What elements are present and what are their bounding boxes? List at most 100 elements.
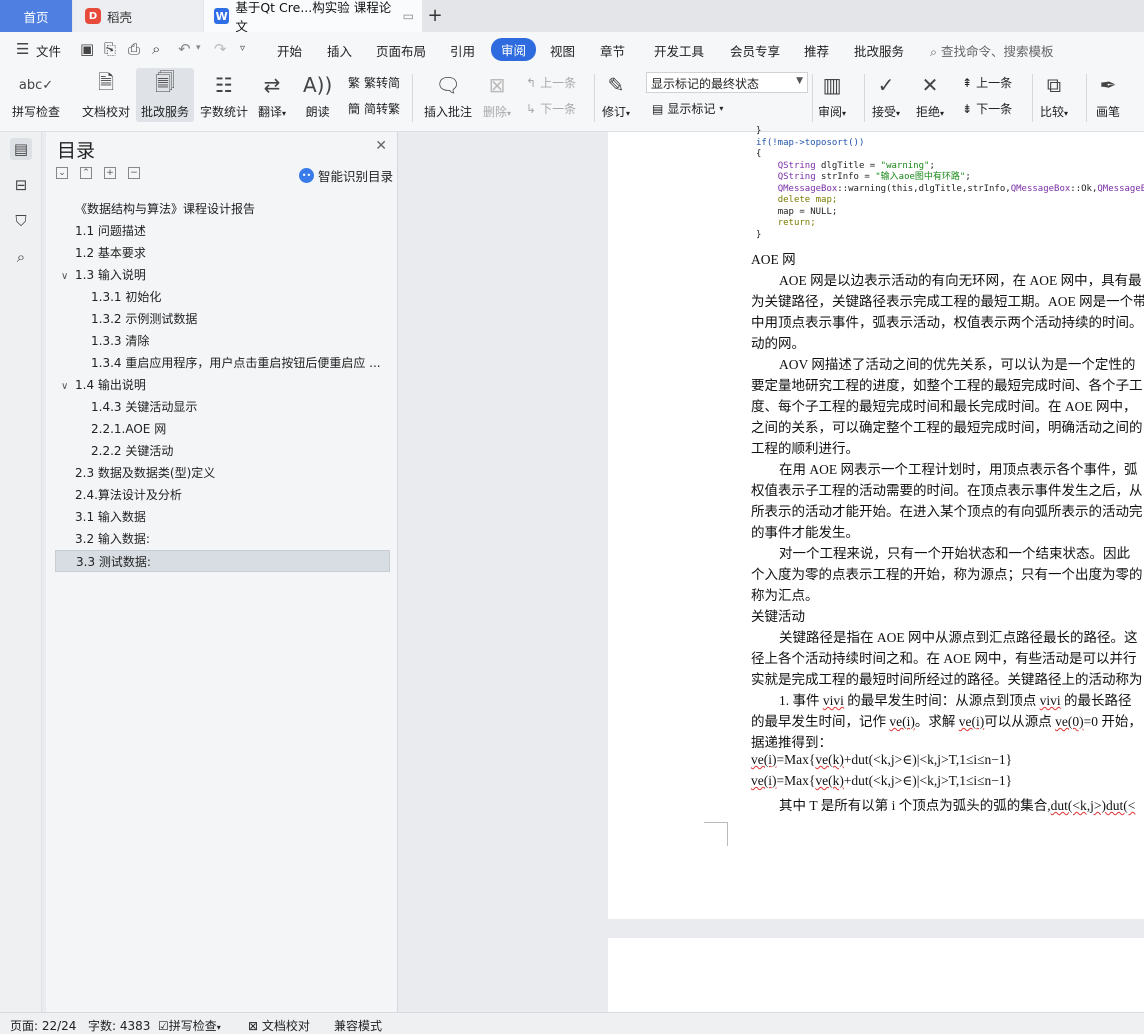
hamburger-menu-icon[interactable]: ☰ [16,40,29,58]
markup-state-select[interactable]: 显示标记的最终状态 ▼ [646,72,808,93]
accept-icon: ✓ [877,73,895,97]
save-icon[interactable]: ▣ [80,40,94,58]
menu-start[interactable]: 开始 [277,41,302,60]
toc-item[interactable]: 1.3.1 初始化 [55,286,390,308]
formula-line: ve(i)=Max{ve(k)+dut(<k,j>∈)|<k,j>T,1≤i≤n… [751,773,1013,788]
delete-comment-button[interactable]: ⊠ 删除▾ [483,70,511,120]
word-count-icon: ☷ [215,73,233,97]
redo-icon[interactable]: ↷ [214,40,227,58]
toc-item[interactable]: 3.2 输入数据: [55,528,390,550]
correction-service-button[interactable]: 🗐 批改服务 [136,68,194,122]
print-icon[interactable]: ⎙ [128,40,140,58]
reject-button[interactable]: ✕ 拒绝▾ [916,70,944,120]
prev-comment-button[interactable]: ↰ 上一条 [526,74,576,91]
toc-item[interactable]: 2.4.算法设计及分析 [55,484,390,506]
toc-item[interactable]: ∨ 1.4 输出说明 [55,374,390,396]
toc-item[interactable]: 1.1 问题描述 [55,220,390,242]
close-icon[interactable]: ✕ [375,138,387,154]
menu-page-layout[interactable]: 页面布局 [376,41,426,60]
next-comment-button[interactable]: ↳ 下一条 [526,100,576,117]
menu-view[interactable]: 视图 [550,41,575,60]
menu-reference[interactable]: 引用 [450,41,475,60]
revise-button[interactable]: ✎ 修订▾ [602,70,630,120]
toc-item[interactable]: 2.2.2 关键活动 [55,440,390,462]
pen-icon: ✒ [1099,73,1117,97]
compare-icon: ⧉ [1046,73,1062,97]
toc-item[interactable]: 1.3.3 清除 [55,330,390,352]
word-count-button[interactable]: ☷ 字数统计 [200,70,248,120]
word-count-indicator[interactable]: 字数: 4383 [88,1017,150,1034]
next-change-button[interactable]: ⇟ 下一条 [962,100,1012,117]
to-simplified-button[interactable]: 繁繁转简 [348,74,400,91]
tab-home[interactable]: 首页 [0,0,72,32]
menu-insert[interactable]: 插入 [327,41,352,60]
toc-item[interactable]: 1.2 基本要求 [55,242,390,264]
command-search[interactable]: ⌕ 查找命令、搜索模板 [930,41,1054,60]
menu-file[interactable]: 文件 [36,41,61,60]
navigation-pane-icon[interactable]: ⊟ [10,174,32,196]
toc-item[interactable]: ∨ 1.3 输入说明 [55,264,390,286]
status-spellcheck-button[interactable]: ☑拼写检查▾ [158,1017,221,1034]
menu-correction-service[interactable]: 批改服务 [854,41,904,60]
toc-item[interactable]: 2.3 数据及数据类(型)定义 [55,462,390,484]
toc-item-label: 1.4 输出说明 [75,378,146,392]
document-next-page[interactable] [608,938,1144,1014]
next-change-label: 下一条 [976,102,1013,116]
chevron-down-icon[interactable]: ∨ [61,376,75,396]
toc-item[interactable]: 2.2.1.AOE 网 [55,418,390,440]
new-tab-plus-icon[interactable]: + [424,4,446,26]
pen-button[interactable]: ✒ 画笔 [1096,70,1120,120]
chevron-down-icon[interactable]: ∨ [61,266,75,286]
checkbox-icon: ☑ [158,1019,169,1033]
spellcheck-button[interactable]: abc✓ 拼写检查 [12,70,60,120]
undo-icon[interactable]: ↶ [178,40,191,58]
print-preview-icon[interactable]: ⌕ [152,40,160,58]
page-indicator[interactable]: 页面: 22/24 [10,1017,76,1034]
tab-daoke-label: 稻壳 [107,9,133,25]
search-icon[interactable]: ⌕ [10,246,32,268]
toc-item[interactable]: 1.3.4 重启应用程序，用户点击重启按钮后便重启应 ... [55,352,390,374]
tab-document[interactable]: W 基于Qt Cre...构实验 课程论文 ▭ [204,0,422,34]
paragraph-line: 的事件才能发生。 [751,525,859,540]
to-traditional-button[interactable]: 簡简转繁 [348,100,400,117]
menu-member[interactable]: 会员专享 [730,41,780,60]
menu-developer-tools[interactable]: 开发工具 [654,41,704,60]
separator [412,74,413,122]
doc-check-button[interactable]: 🗎 文档校对 [82,70,130,120]
correction-service-label: 批改服务 [140,105,189,119]
tab-close-icon[interactable]: ▭ [403,9,414,23]
quick-access-more-icon[interactable]: ▿ [240,43,245,54]
bookmark-icon[interactable]: ⛉ [10,210,32,232]
add-level-icon[interactable]: + [104,167,116,179]
remove-level-icon[interactable]: − [128,167,140,179]
toc-item[interactable]: 1.3.2 示例测试数据 [55,308,390,330]
menu-recommend[interactable]: 推荐 [804,41,829,60]
expand-all-icon[interactable]: ⌃ [80,167,92,179]
review-pane-button[interactable]: ▥ 审阅▾ [818,70,846,120]
compare-button[interactable]: ⧉ 比较▾ [1040,70,1068,120]
translate-button[interactable]: ⇄ 翻译▾ [258,70,286,120]
toc-panel-icon[interactable]: ▤ [10,138,32,160]
export-pdf-icon[interactable]: ⎘ [104,40,116,58]
code-line: } [756,229,762,240]
to-traditional-label: 简转繁 [364,102,401,116]
smart-ai-icon: •• [298,168,314,183]
toc-item[interactable]: 《数据结构与算法》课程设计报告 [55,198,390,220]
toc-item[interactable]: 3.3 测试数据: [55,550,390,572]
tab-daoke[interactable]: D 稻壳 [73,0,203,32]
toc-item[interactable]: 3.1 输入数据 [55,506,390,528]
collapse-all-icon[interactable]: ⌄ [56,167,68,179]
prev-change-button[interactable]: ⇞ 上一条 [962,74,1012,91]
toc-item-label: 1.2 基本要求 [75,246,146,260]
accept-button[interactable]: ✓ 接受▾ [872,70,900,120]
smart-toc-button[interactable]: •• 智能识别目录 [298,166,393,185]
menu-review-active[interactable]: 审阅 [491,38,537,61]
toc-item[interactable]: 1.4.3 关键活动显示 [55,396,390,418]
menu-chapter[interactable]: 章节 [600,41,625,60]
doc-check-icon: 🗎 [97,70,115,94]
status-doccheck-button[interactable]: ⊠ 文档校对 [248,1017,310,1034]
read-aloud-button[interactable]: A)) 朗读 [303,70,332,120]
insert-comment-button[interactable]: 🗨 插入批注 [424,70,472,120]
undo-dropdown-icon[interactable]: ▾ [196,43,201,53]
show-markup-button[interactable]: ▤ 显示标记 ▾ [652,100,723,117]
